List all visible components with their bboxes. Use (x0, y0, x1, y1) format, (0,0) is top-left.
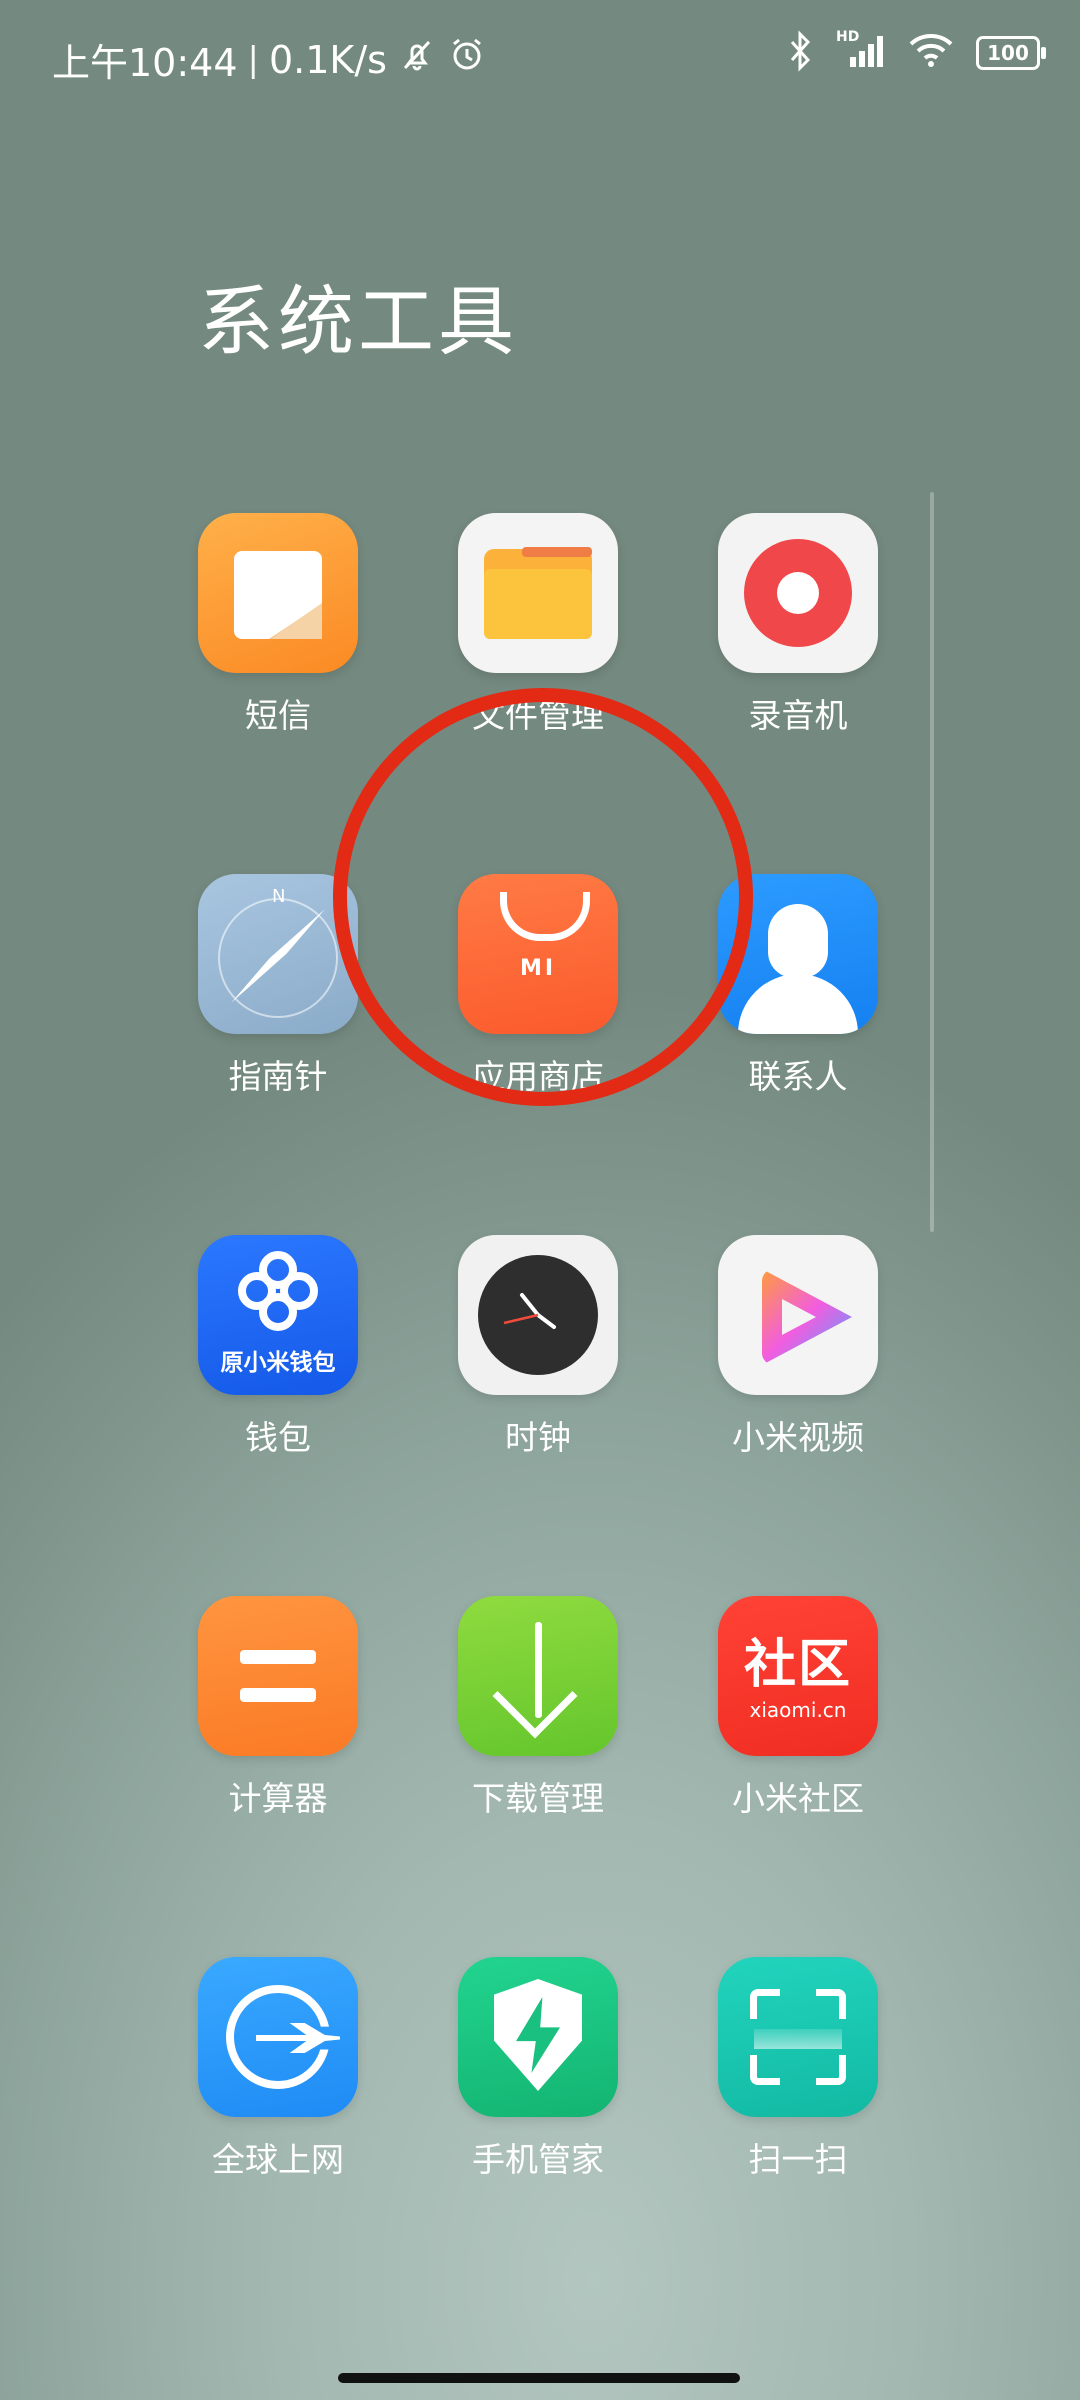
app-label: 短信 (245, 696, 311, 735)
app-recorder[interactable]: 录音机 (718, 513, 878, 737)
app-label: 文件管理 (472, 696, 604, 735)
app-file-manager[interactable]: 文件管理 (458, 513, 618, 737)
home-indicator[interactable] (338, 2373, 740, 2383)
signal-hd-label: HD (836, 29, 860, 45)
status-net-speed: 0.1K/s (268, 37, 387, 82)
security-icon[interactable] (458, 1957, 618, 2117)
alarm-icon (447, 35, 487, 84)
battery-icon: 100 (976, 36, 1046, 70)
app-global-internet[interactable]: 全球上网 (198, 1957, 358, 2181)
compass-icon[interactable]: N (198, 874, 358, 1034)
status-bar: 上午10:44 | 0.1K/s HD 100 (0, 0, 1080, 115)
app-store-icon-text: MI (519, 956, 557, 981)
app-label: 时钟 (505, 1418, 571, 1457)
app-app-store[interactable]: MI 应用商店 (458, 874, 618, 1098)
battery-level: 100 (987, 41, 1029, 65)
app-security[interactable]: 手机管家 (458, 1957, 618, 2181)
app-label: 指南针 (228, 1057, 328, 1096)
community-icon-text: 社区 (743, 1635, 852, 1695)
folder-scrollbar[interactable] (930, 492, 934, 1232)
scanner-icon[interactable] (718, 1957, 878, 2117)
calculator-icon[interactable] (198, 1596, 358, 1756)
app-label: 下载管理 (472, 1779, 604, 1818)
status-right: HD 100 (788, 29, 1046, 76)
app-wallet[interactable]: 原小米钱包 钱包 (198, 1235, 358, 1459)
download-icon[interactable] (458, 1596, 618, 1756)
status-separator: | (247, 39, 259, 80)
app-community[interactable]: 社区 xiaomi.cn 小米社区 (718, 1596, 878, 1820)
video-icon[interactable] (718, 1235, 878, 1395)
app-label: 全球上网 (212, 2140, 344, 2179)
clock-icon[interactable] (458, 1235, 618, 1395)
bluetooth-icon (788, 30, 814, 76)
hd-signal-icon: HD (836, 29, 886, 75)
status-left: 上午10:44 | 0.1K/s (52, 32, 487, 87)
app-store-icon[interactable]: MI (458, 874, 618, 1034)
app-label: 录音机 (748, 696, 848, 735)
wallet-icon[interactable]: 原小米钱包 (198, 1235, 358, 1395)
app-clock[interactable]: 时钟 (458, 1235, 618, 1459)
file-manager-icon[interactable] (458, 513, 618, 673)
community-icon-subtext: xiaomi.cn (749, 1698, 847, 1722)
recorder-icon[interactable] (718, 513, 878, 673)
app-compass[interactable]: N 指南针 (198, 874, 358, 1098)
app-grid: 短信 文件管理 录音机 N 指南针 MI 应用商店 联系人 原小米钱包 钱包 时… (198, 513, 880, 2181)
app-sms[interactable]: 短信 (198, 513, 358, 737)
community-icon[interactable]: 社区 xiaomi.cn (718, 1596, 878, 1756)
wallet-icon-text: 原小米钱包 (220, 1350, 336, 1376)
app-label: 小米社区 (732, 1779, 864, 1818)
app-scanner[interactable]: 扫一扫 (718, 1957, 878, 2181)
app-label: 小米视频 (732, 1418, 864, 1457)
app-label: 钱包 (245, 1418, 311, 1457)
global-internet-icon[interactable] (198, 1957, 358, 2117)
contacts-icon[interactable] (718, 874, 878, 1034)
folder-title[interactable]: 系统工具 (198, 260, 518, 370)
app-download-manager[interactable]: 下载管理 (458, 1596, 618, 1820)
sms-icon[interactable] (198, 513, 358, 673)
app-contacts[interactable]: 联系人 (718, 874, 878, 1098)
app-label: 计算器 (228, 1779, 328, 1818)
app-label: 联系人 (748, 1057, 848, 1096)
wifi-icon (908, 32, 954, 74)
status-time: 上午10:44 (52, 41, 238, 85)
app-calculator[interactable]: 计算器 (198, 1596, 358, 1820)
app-video[interactable]: 小米视频 (718, 1235, 878, 1459)
app-label: 手机管家 (472, 2140, 604, 2179)
app-label: 应用商店 (472, 1057, 604, 1096)
app-label: 扫一扫 (748, 2140, 848, 2179)
mute-icon (397, 35, 437, 84)
